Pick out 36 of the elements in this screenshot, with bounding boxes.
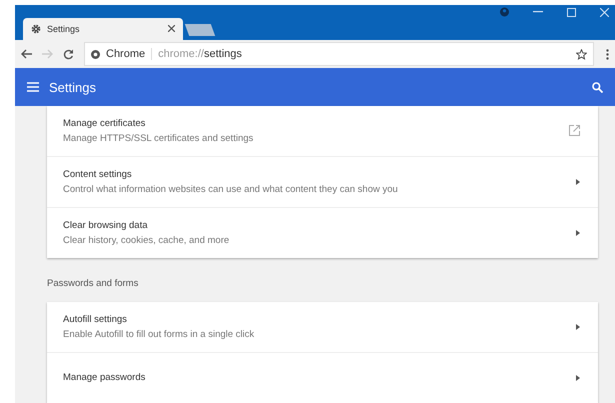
maximize-icon[interactable] bbox=[567, 8, 576, 16]
chevron-right-icon[interactable] bbox=[576, 178, 580, 185]
chevron-right-icon[interactable] bbox=[576, 230, 580, 236]
close-icon[interactable] bbox=[168, 25, 175, 32]
settings-row[interactable]: Manage passwords bbox=[47, 352, 598, 403]
menu-icon[interactable] bbox=[27, 82, 39, 92]
row-title: Autofill settings bbox=[63, 314, 128, 325]
chevron-right-icon[interactable] bbox=[576, 374, 580, 381]
section-heading: Passwords and forms bbox=[47, 276, 140, 291]
back-arrow-icon[interactable] bbox=[21, 49, 32, 60]
row-title: Content settings bbox=[63, 168, 133, 180]
url-text: chrome://settings bbox=[158, 48, 242, 60]
row-title: Manage certificates bbox=[63, 118, 146, 129]
row-description: Clear history, cookies, cache, and more bbox=[63, 234, 230, 246]
minimize-icon[interactable] bbox=[533, 11, 543, 13]
page-title: Settings bbox=[49, 80, 97, 95]
browser-tab[interactable]: Settings bbox=[23, 18, 183, 40]
gear-icon bbox=[31, 24, 41, 34]
tab-title: Settings bbox=[47, 24, 81, 34]
new-tab-button[interactable] bbox=[184, 24, 216, 36]
settings-row[interactable]: Autofill settings Enable Autofill to fill out forms in a single click bbox=[47, 302, 598, 352]
search-icon[interactable] bbox=[592, 82, 603, 93]
star-icon[interactable] bbox=[576, 48, 587, 60]
row-title: Clear browsing data bbox=[63, 220, 148, 231]
chevron-right-icon[interactable] bbox=[576, 324, 580, 330]
settings-row[interactable]: Content settings Control what information websites can use and what content they can show you bbox=[47, 156, 598, 207]
row-description: Control what information websites can use and what content they can show you bbox=[63, 184, 399, 195]
address-bar[interactable]: Chrome chrome://settings bbox=[84, 42, 594, 66]
row-title: Manage passwords bbox=[63, 372, 146, 384]
menu-dots-icon[interactable] bbox=[606, 48, 609, 60]
row-description: Manage HTTPS/SSL certificates and settings bbox=[63, 132, 254, 144]
site-label: Chrome bbox=[106, 48, 152, 60]
settings-row[interactable]: Manage certificates Manage HTTPS/SSL certificates and settings bbox=[47, 106, 598, 156]
row-description: Enable Autofill to fill out forms in a single click bbox=[63, 328, 256, 340]
reload-icon[interactable] bbox=[63, 48, 74, 60]
settings-row[interactable]: Clear browsing data Clear history, cookies, cache, and more bbox=[47, 206, 598, 258]
